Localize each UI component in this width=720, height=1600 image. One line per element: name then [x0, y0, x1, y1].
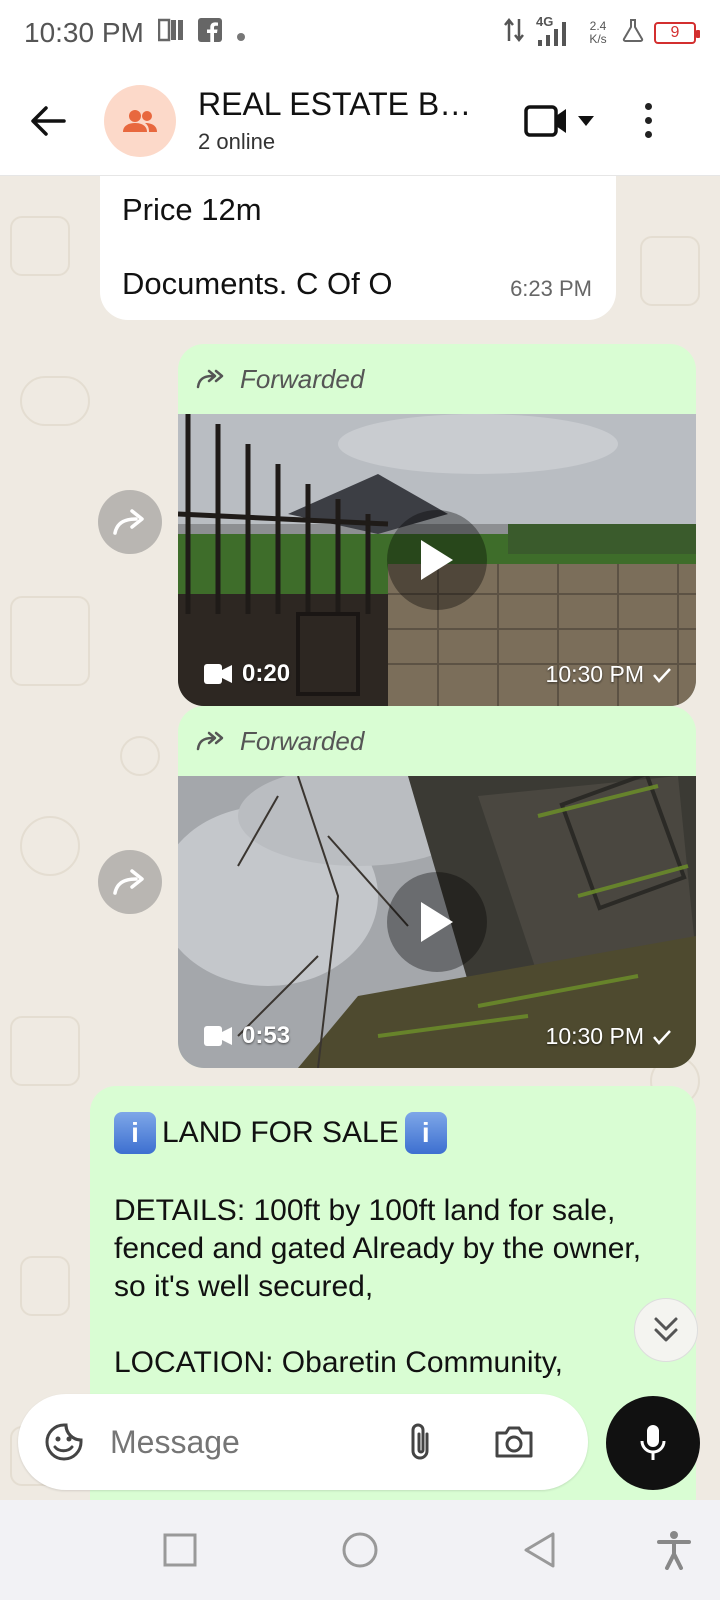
play-button[interactable]	[387, 510, 487, 610]
caret-down-icon	[578, 115, 594, 126]
message-time: 10:30 PM	[546, 661, 672, 688]
accessibility-button[interactable]	[652, 1528, 696, 1572]
message-title: LAND FOR SALE	[162, 1116, 399, 1149]
forwarded-video-message[interactable]: Forwarded	[178, 706, 696, 1068]
sticker-button[interactable]	[42, 1420, 86, 1464]
chat-subtitle: 2 online	[198, 129, 276, 154]
message-box	[18, 1394, 588, 1490]
overflow-menu-button[interactable]	[638, 103, 658, 138]
dot-icon	[644, 117, 652, 124]
doodle-decoration	[20, 376, 90, 426]
attach-button[interactable]	[398, 1420, 442, 1464]
voice-message-button[interactable]	[606, 1396, 700, 1490]
group-icon	[123, 109, 157, 132]
system-nav-bar	[0, 1500, 720, 1600]
message-time-text: 10:30 PM	[545, 661, 644, 687]
arrow-left-icon	[31, 105, 66, 136]
message-composer	[0, 1380, 720, 1500]
chat-title-area[interactable]: REAL ESTATE BU... 2 online	[198, 86, 488, 155]
info-icon: i	[404, 1112, 447, 1154]
microphone-icon	[640, 1425, 666, 1460]
sticker-icon	[45, 1423, 83, 1461]
doodle-decoration	[20, 816, 80, 876]
news-icon	[157, 17, 184, 49]
dot-icon	[644, 131, 652, 138]
battery-icon: 9	[654, 22, 700, 44]
chat-title: REAL ESTATE BU...	[198, 86, 488, 122]
chat-area[interactable]: Price 12m Documents. C Of O 6:23 PM Forw…	[0, 176, 720, 1500]
doodle-decoration	[20, 1256, 70, 1316]
forwarded-icon	[196, 369, 224, 389]
double-chevron-down-icon	[654, 1317, 678, 1342]
forwarded-icon	[196, 731, 224, 751]
message-location: LOCATION: Obaretin Community,	[114, 1346, 564, 1379]
video-call-button[interactable]	[524, 104, 594, 138]
status-time: 10:30 PM	[24, 17, 144, 48]
camera-button[interactable]	[490, 1420, 538, 1464]
status-bar: 10:30 PM 4G 2.4 K/s 9	[0, 0, 720, 66]
back-nav-button[interactable]	[518, 1528, 562, 1572]
chat-header: REAL ESTATE BU... 2 online	[0, 66, 720, 176]
message-time: 10:30 PM	[546, 1023, 672, 1050]
forwarded-text: Forwarded	[240, 363, 365, 394]
message-title-line: i LAND FOR SALE i	[114, 1112, 672, 1154]
message-input[interactable]	[110, 1423, 380, 1461]
forwarded-label: Forwarded	[178, 706, 696, 776]
message-text: Price 12m	[122, 192, 262, 227]
video-duration: 0:53	[204, 1022, 290, 1050]
avatar[interactable]	[104, 84, 176, 157]
video-thumbnail[interactable]: 0:53 10:30 PM	[178, 776, 696, 1068]
doodle-decoration	[10, 596, 90, 686]
battery-level: 9	[670, 24, 680, 41]
home-button[interactable]	[338, 1528, 382, 1572]
recent-apps-button[interactable]	[158, 1528, 202, 1572]
doodle-decoration	[10, 1016, 80, 1086]
message-time-text: 10:30 PM	[545, 1023, 644, 1049]
forwarded-video-message[interactable]: Forwarded	[178, 344, 696, 706]
video-camera-icon	[204, 664, 232, 684]
single-check-icon	[653, 667, 671, 683]
signal-icon: 4G	[534, 14, 574, 48]
message-details: DETAILS: 100ft by 100ft land for sale, f…	[114, 1194, 642, 1303]
play-icon	[421, 902, 453, 942]
dot-icon	[644, 103, 652, 110]
net-speed-unit: K/s	[589, 32, 607, 46]
flask-icon	[622, 17, 644, 49]
video-camera-icon	[524, 104, 566, 137]
square-icon	[163, 1533, 197, 1567]
doodle-decoration	[10, 216, 70, 276]
data-arrows-icon	[504, 17, 524, 50]
share-arrow-icon	[113, 869, 144, 895]
message-time: 6:23 PM	[510, 276, 592, 301]
single-check-icon	[653, 1029, 671, 1045]
info-icon: i	[114, 1112, 156, 1154]
play-button[interactable]	[387, 872, 487, 972]
dot-icon	[236, 17, 246, 49]
video-duration-text: 0:53	[242, 1022, 291, 1049]
video-camera-icon	[204, 1026, 232, 1046]
accessibility-icon	[657, 1531, 691, 1570]
net-speed: 2.4 K/s	[584, 20, 612, 46]
video-duration-text: 0:20	[242, 660, 291, 687]
forwarded-label: Forwarded	[178, 344, 696, 414]
forward-share-button[interactable]	[98, 490, 162, 554]
forward-share-button[interactable]	[98, 850, 162, 914]
video-duration: 0:20	[204, 660, 290, 688]
forwarded-text: Forwarded	[240, 725, 365, 756]
back-button[interactable]	[18, 91, 78, 151]
scroll-to-bottom-button[interactable]	[634, 1298, 698, 1362]
camera-icon	[495, 1426, 533, 1458]
play-icon	[421, 540, 453, 580]
doodle-decoration	[640, 236, 700, 306]
facebook-icon	[197, 17, 222, 49]
share-arrow-icon	[113, 509, 144, 535]
doodle-decoration	[120, 736, 160, 776]
circle-icon	[342, 1532, 378, 1568]
incoming-message[interactable]: Price 12m Documents. C Of O 6:23 PM	[100, 176, 616, 320]
triangle-back-icon	[524, 1532, 555, 1568]
paperclip-icon	[411, 1423, 429, 1460]
video-thumbnail[interactable]: 0:20 10:30 PM	[178, 414, 696, 706]
